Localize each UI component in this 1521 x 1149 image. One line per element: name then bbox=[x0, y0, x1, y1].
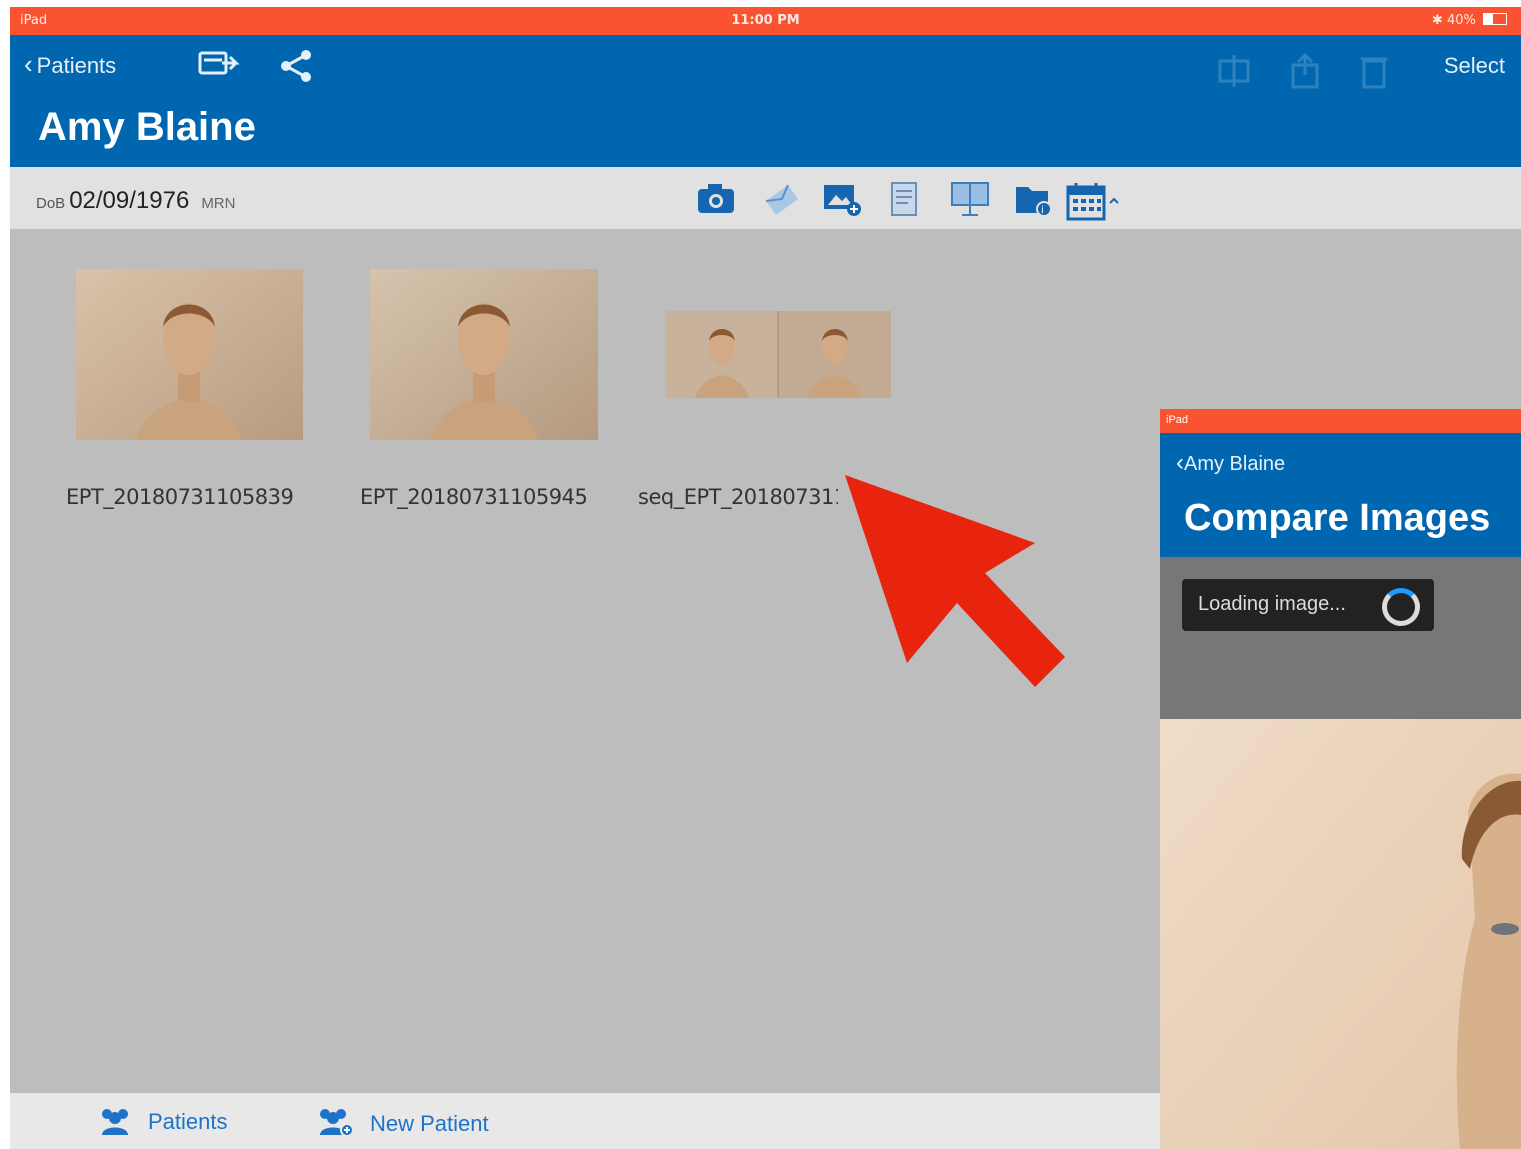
patient-info-bar: DoB 02/09/1976 MRN i bbox=[10, 167, 1521, 229]
back-label: Patients bbox=[36, 53, 117, 78]
navigation-bar: ‹ Patients Amy Blaine Select bbox=[10, 35, 1521, 167]
trash-icon[interactable] bbox=[1360, 53, 1388, 89]
clock: 11:00 PM bbox=[731, 13, 800, 28]
dob-field: DoB 02/09/1976 MRN bbox=[36, 187, 235, 215]
tab-patients-label: Patients bbox=[148, 1109, 228, 1134]
ipad-screen: iPad 11:00 PM ✱ 40% ‹ Patients Amy Blaine bbox=[10, 7, 1521, 1149]
loading-text: Loading image... bbox=[1198, 593, 1346, 615]
battery-icon bbox=[1483, 13, 1507, 25]
inset-back-label: Amy Blaine bbox=[1184, 453, 1286, 475]
tab-bar: Patients New Patient bbox=[10, 1093, 1160, 1149]
calendar-icon[interactable] bbox=[1066, 181, 1124, 221]
bluetooth-icon: ✱ bbox=[1431, 13, 1447, 28]
tab-patients[interactable]: Patients bbox=[98, 1107, 228, 1135]
thumbnail-image-1[interactable] bbox=[76, 269, 303, 440]
back-chevron-icon: ‹ bbox=[1176, 449, 1184, 476]
mrn-label: MRN bbox=[201, 195, 236, 212]
arrow-annotation bbox=[845, 475, 1065, 687]
gallery-icon[interactable] bbox=[950, 181, 990, 217]
status-bar: iPad 11:00 PM ✱ 40% bbox=[10, 7, 1521, 35]
email-icon[interactable] bbox=[762, 181, 802, 217]
inset-status-bar: iPad bbox=[1160, 409, 1521, 433]
thumbnail-sequence[interactable] bbox=[665, 311, 891, 398]
spinner-icon bbox=[1382, 588, 1420, 626]
compare-images-preview: iPad ‹Amy Blaine Compare Images Loading … bbox=[1160, 409, 1521, 1149]
export-icon[interactable] bbox=[1290, 53, 1320, 89]
inset-back-button[interactable]: ‹Amy Blaine bbox=[1176, 449, 1285, 477]
notes-icon[interactable] bbox=[888, 181, 920, 219]
thumbnail-image-2[interactable] bbox=[370, 269, 598, 440]
inset-title: Compare Images bbox=[1184, 497, 1491, 539]
share-card-icon[interactable] bbox=[198, 49, 240, 81]
image-add-icon[interactable] bbox=[822, 181, 862, 217]
compare-image bbox=[1160, 719, 1521, 1149]
tab-new-patient-label: New Patient bbox=[370, 1111, 489, 1136]
share-icon[interactable] bbox=[278, 49, 314, 83]
battery-label: 40% bbox=[1446, 13, 1476, 28]
back-chevron-icon: ‹ bbox=[24, 49, 33, 79]
folder-icon[interactable]: i bbox=[1014, 181, 1054, 217]
new-patient-icon bbox=[320, 1109, 354, 1137]
battery-indicator: ✱ 40% bbox=[1432, 13, 1507, 28]
page-title: Amy Blaine bbox=[38, 105, 256, 149]
compare-icon[interactable] bbox=[1216, 53, 1252, 89]
tab-new-patient[interactable]: New Patient bbox=[316, 1107, 489, 1137]
thumbnail-label-3: seq_EPT_20180731105 bbox=[638, 485, 838, 509]
select-button[interactable]: Select bbox=[1444, 53, 1505, 79]
inset-navigation-bar: ‹Amy Blaine Compare Images bbox=[1160, 433, 1521, 557]
camera-icon[interactable] bbox=[696, 181, 736, 215]
svg-text:i: i bbox=[1041, 205, 1044, 216]
dob-label: DoB bbox=[36, 195, 66, 212]
inset-device-label: iPad bbox=[1166, 414, 1189, 426]
patients-icon bbox=[102, 1109, 128, 1135]
loading-toast: Loading image... bbox=[1182, 579, 1434, 631]
back-button[interactable]: ‹ Patients bbox=[24, 49, 116, 80]
dob-value: 02/09/1976 bbox=[69, 187, 190, 214]
thumbnail-label-1: EPT_20180731105839 bbox=[66, 485, 294, 509]
thumbnail-label-2: EPT_20180731105945 bbox=[360, 485, 588, 509]
